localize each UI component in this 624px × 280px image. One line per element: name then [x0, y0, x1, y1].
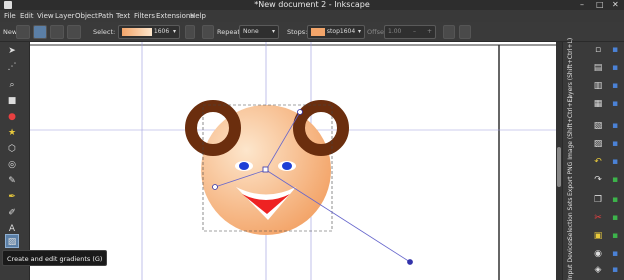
tab-export-png[interactable]: Export PNG Image (Shift+Ctrl+E) [567, 96, 581, 196]
spiral-tool-icon[interactable]: ◎ [5, 158, 19, 172]
menu-edit[interactable]: Edit [20, 10, 34, 22]
delete-stop-icon[interactable] [459, 25, 471, 39]
snap-midpoints-icon[interactable]: ▪ [609, 120, 621, 132]
snap-cusp-icon[interactable]: ▪ [609, 212, 621, 224]
snap-edges-icon[interactable]: ▪ [609, 98, 621, 110]
cut-icon[interactable]: ✂ [592, 212, 604, 224]
new-on-stroke-button[interactable] [67, 25, 81, 39]
menu-help[interactable]: Help [190, 10, 206, 22]
inkscape-window: *New document 2 - Inkscape – □ ✕ File Ed… [0, 0, 624, 280]
gradient-radius-handle[interactable] [212, 184, 218, 190]
chevron-down-icon: ▾ [357, 28, 361, 35]
paste-icon[interactable]: ▣ [592, 230, 604, 242]
document-new-icon[interactable]: ▫ [592, 44, 604, 56]
snap-page-icon[interactable]: ▪ [609, 248, 621, 260]
chevron-down-icon: ▾ [172, 28, 176, 35]
commands-bar: ▫ ▪ ▤ ▪ ▥ ▪ ▦ ▪ ▧ ▪ ▨ ▪ ↶ ▪ ↷ ▪ ❐ ▪ ✂ ▪ … [584, 42, 624, 280]
menu-bar: File Edit View Layer Object Path Text Fi… [0, 10, 624, 22]
menu-layer[interactable]: Layer [55, 10, 75, 22]
zoom-tool-icon[interactable]: ⌕ [5, 78, 19, 92]
maximize-button[interactable]: □ [596, 0, 604, 10]
drawing-canvas[interactable] [30, 42, 556, 280]
import-icon[interactable]: ▧ [592, 120, 604, 132]
offset-decrement[interactable]: – [413, 26, 416, 38]
gradient-radius-handle[interactable] [407, 259, 413, 265]
menu-extensions[interactable]: Extensions [156, 10, 194, 22]
stop-swatch [311, 27, 325, 36]
selector-tool-icon[interactable]: ➤ [5, 44, 19, 58]
tool-controls-bar: New: Select: 1606 ▾ Repeat: None ▾ Stops… [0, 22, 624, 42]
reverse-gradient-icon[interactable] [202, 25, 214, 39]
minimize-button[interactable]: – [580, 0, 584, 10]
stops-label: Stops: [287, 28, 308, 36]
node-tool-icon[interactable]: ⋰ [5, 60, 19, 74]
dock-tabs: Layers (Shift+Ctrl+L) Export PNG Image (… [562, 38, 584, 280]
snap-guide-icon[interactable]: ▪ [609, 264, 621, 276]
stops-select[interactable]: stop1604 ▾ [307, 25, 365, 39]
snap-bbox-icon[interactable]: ▪ [609, 80, 621, 92]
star-tool-icon[interactable]: ★ [5, 126, 19, 140]
repeat-select[interactable]: None ▾ [239, 25, 279, 39]
gradient-radius-handle[interactable] [297, 109, 303, 115]
right-eye-pupil[interactable] [282, 162, 292, 170]
new-radial-gradient-button[interactable] [33, 25, 47, 39]
tab-input-devices[interactable]: Input Devices [567, 239, 581, 280]
scrollbar-thumb[interactable] [557, 147, 561, 187]
add-stop-icon[interactable] [443, 25, 455, 39]
tab-layers[interactable]: Layers (Shift+Ctrl+L) [567, 38, 581, 102]
pen-tool-icon[interactable]: ✒ [5, 190, 19, 204]
ellipse-tool-icon[interactable]: ● [5, 110, 19, 124]
copy-icon[interactable]: ❐ [592, 194, 604, 206]
stops-value: stop1604 [326, 28, 356, 35]
menu-filters[interactable]: Filters [134, 10, 155, 22]
title-bar: *New document 2 - Inkscape – □ ✕ [0, 0, 624, 10]
calligraphy-tool-icon[interactable]: ✐ [5, 206, 19, 220]
snap-paths-icon[interactable]: ▪ [609, 174, 621, 186]
gradient-tool-icon[interactable]: ▨ [5, 234, 19, 248]
snap-rotation-icon[interactable]: ▪ [609, 156, 621, 168]
redo-icon[interactable]: ↷ [592, 174, 604, 186]
menu-file[interactable]: File [4, 10, 16, 22]
app-icon [4, 1, 12, 9]
gradient-center-handle[interactable] [262, 166, 269, 173]
link-gradient-icon[interactable] [185, 25, 195, 39]
menu-path[interactable]: Path [98, 10, 113, 22]
snap-nodes-icon[interactable]: ▪ [609, 62, 621, 74]
new-linear-gradient-button[interactable] [16, 25, 30, 39]
3d-box-tool-icon[interactable]: ⬡ [5, 142, 19, 156]
select-label: Select: [93, 28, 116, 36]
undo-icon[interactable]: ↶ [592, 156, 604, 168]
left-eye-pupil[interactable] [239, 162, 249, 170]
menu-object[interactable]: Object [75, 10, 98, 22]
drawing [30, 42, 556, 280]
pencil-tool-icon[interactable]: ✎ [5, 174, 19, 188]
select-gradient-value: 1606 [153, 28, 170, 35]
zoom-selection-icon[interactable]: ◉ [592, 248, 604, 260]
repeat-value: None [243, 28, 259, 35]
gradient-swatch [122, 27, 152, 36]
snap-icon[interactable]: ▪ [609, 44, 621, 56]
snap-smooth-icon[interactable]: ▪ [609, 230, 621, 242]
snap-centers-icon[interactable]: ▪ [609, 138, 621, 150]
offset-spinbox[interactable]: 1.00 – + [384, 25, 436, 39]
export-icon[interactable]: ▨ [592, 138, 604, 150]
rectangle-tool-icon[interactable]: ■ [5, 94, 19, 108]
snap-intersections-icon[interactable]: ▪ [609, 194, 621, 206]
document-open-icon[interactable]: ▤ [592, 62, 604, 74]
menu-view[interactable]: View [37, 10, 54, 22]
toolbox: ➤ ⋰ ⌕ ■ ● ★ ⬡ ◎ ✎ ✒ ✐ A ⁘ ▨ [0, 42, 30, 280]
new-on-fill-button[interactable] [50, 25, 64, 39]
menu-text[interactable]: Text [116, 10, 130, 22]
offset-increment[interactable]: + [427, 26, 432, 38]
select-gradient-combo[interactable]: 1606 ▾ [118, 25, 180, 39]
tooltip: Create and edit gradients (G) [2, 250, 108, 266]
zoom-drawing-icon[interactable]: ◈ [592, 264, 604, 276]
offset-value: 1.00 [388, 28, 402, 35]
chevron-down-icon: ▾ [271, 28, 275, 35]
print-icon[interactable]: ▦ [592, 98, 604, 110]
tab-selection-sets[interactable]: Selection Sets [567, 197, 581, 240]
close-button[interactable]: ✕ [612, 0, 619, 10]
document-save-icon[interactable]: ▥ [592, 80, 604, 92]
window-title: *New document 2 - Inkscape [254, 0, 370, 9]
